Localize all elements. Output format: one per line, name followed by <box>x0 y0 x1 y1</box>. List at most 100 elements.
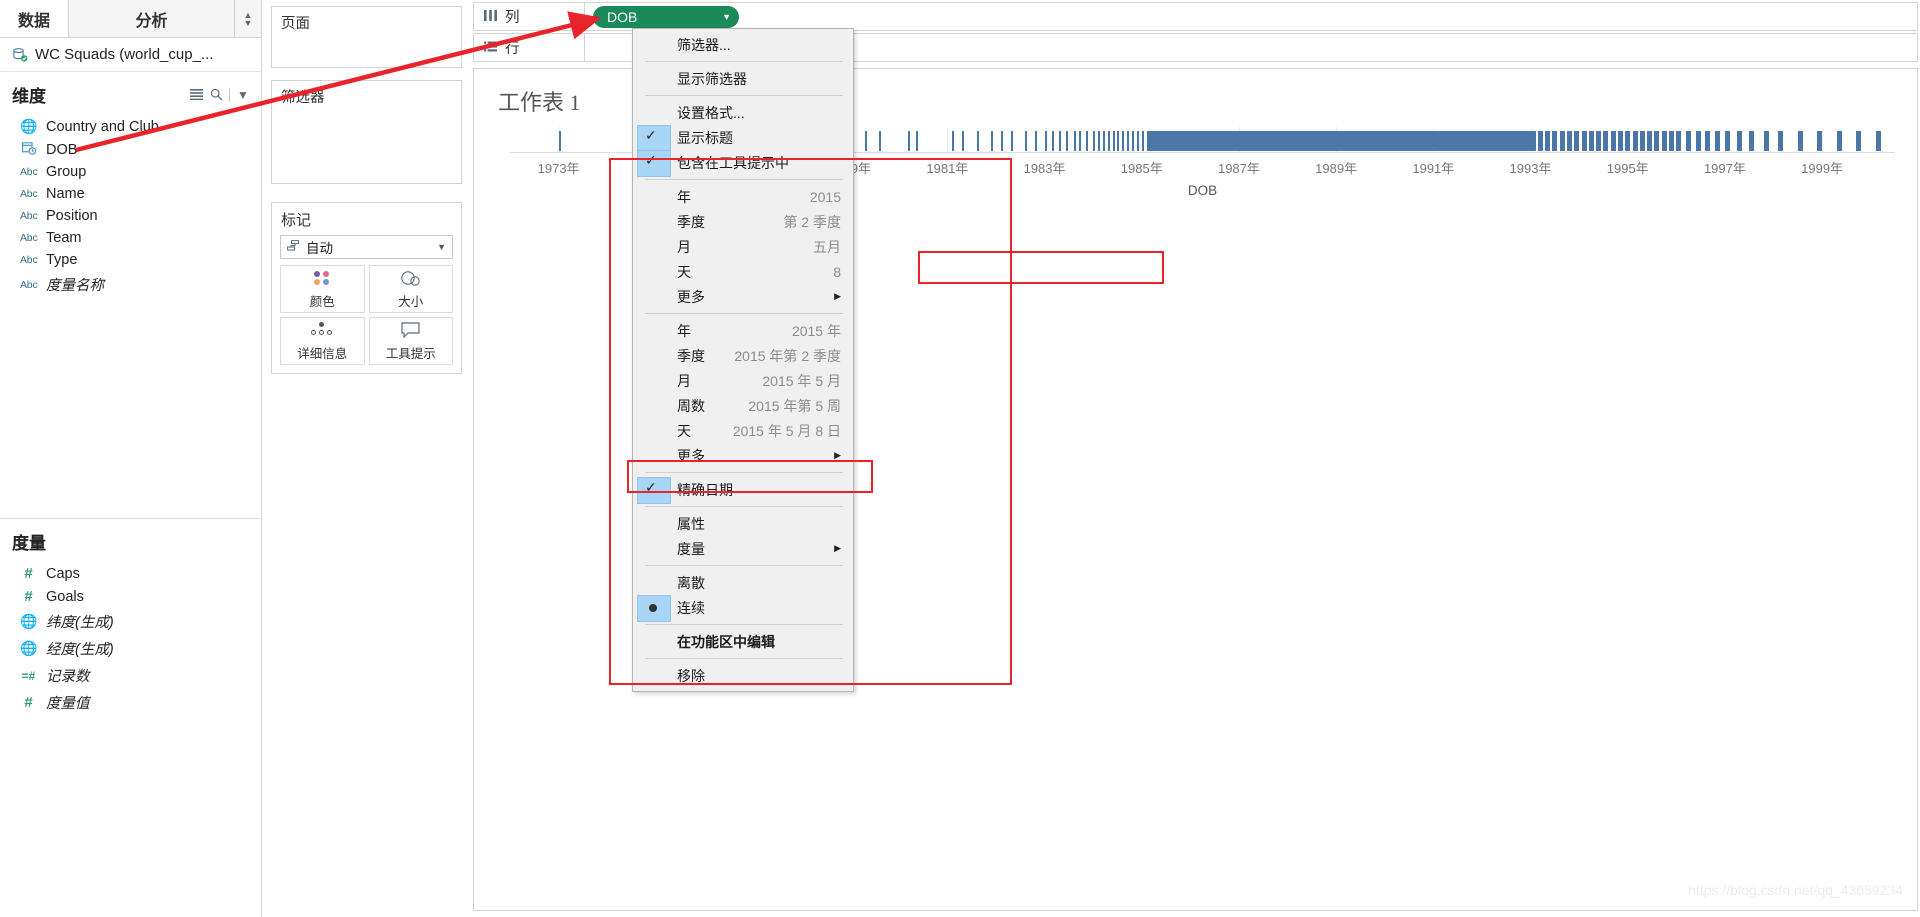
pane-resize-icon[interactable]: ▲ ▼ <box>235 0 261 37</box>
menu-item-discrete[interactable]: 离散 <box>633 570 853 595</box>
chart-mark[interactable] <box>1000 131 1003 151</box>
menu-item-year-d[interactable]: 年 2015 <box>633 184 853 209</box>
chart-mark[interactable] <box>1778 131 1784 151</box>
chart-mark[interactable] <box>1034 131 1037 151</box>
field-latitude[interactable]: 🌐 纬度(生成) <box>0 608 262 635</box>
field-caps[interactable]: # Caps <box>0 562 262 585</box>
menu-item-show-header[interactable]: 显示标题 <box>633 125 853 152</box>
chart-mark[interactable] <box>1724 131 1730 151</box>
chart-mark[interactable] <box>1545 131 1551 151</box>
field-measure-names[interactable]: Abc 度量名称 <box>0 271 261 298</box>
chevron-down-icon[interactable]: ▼ <box>722 12 731 22</box>
chart-mark[interactable] <box>1632 131 1638 151</box>
field-goals[interactable]: # Goals <box>0 585 262 608</box>
chart-mark[interactable] <box>1059 131 1062 151</box>
chart-mark[interactable] <box>1737 131 1743 151</box>
chart-mark[interactable] <box>952 131 955 151</box>
chart-mark[interactable] <box>1127 131 1130 151</box>
chart-mark[interactable] <box>1647 131 1653 151</box>
menu-item-day-d[interactable]: 天8 <box>633 259 853 284</box>
chart-mark[interactable] <box>1574 131 1580 151</box>
chart-mark[interactable] <box>1025 131 1028 151</box>
chart-mark[interactable] <box>991 131 994 151</box>
menu-item-month-c[interactable]: 月 2015 年 5 月 <box>633 368 853 393</box>
chart-mark[interactable] <box>1603 131 1609 151</box>
chart-mark[interactable] <box>1669 131 1675 151</box>
chart-mark[interactable] <box>1610 131 1616 151</box>
pages-card[interactable]: 页面 <box>271 6 462 68</box>
marks-detail-button[interactable]: 详细信息 <box>280 317 365 365</box>
chart-mark[interactable] <box>1588 131 1594 151</box>
chart-mark[interactable] <box>1715 131 1721 151</box>
menu-item-attribute[interactable]: 属性 <box>633 511 853 536</box>
chart-mark[interactable] <box>1797 131 1803 151</box>
chart-mark[interactable] <box>558 131 561 151</box>
chart-mark[interactable] <box>1763 131 1769 151</box>
field-type[interactable]: Abc Type <box>0 249 261 271</box>
field-team[interactable]: Abc Team <box>0 227 261 249</box>
menu-item-quarter-c[interactable]: 季度 2015 年第 2 季度 <box>633 343 853 368</box>
chart-mark[interactable] <box>1530 131 1536 151</box>
chart-mark[interactable] <box>1085 131 1088 151</box>
chart-mark[interactable] <box>1625 131 1631 151</box>
chart-mark[interactable] <box>1122 131 1125 151</box>
chart-mark[interactable] <box>879 131 882 151</box>
menu-item-tooltip[interactable]: 包含在工具提示中 <box>633 150 853 177</box>
chart-mark[interactable] <box>1654 131 1660 151</box>
chart-mark[interactable] <box>1117 131 1120 151</box>
menu-item-continuous[interactable]: 连续 <box>633 595 853 622</box>
chart-mark[interactable] <box>1566 131 1572 151</box>
dob-context-menu[interactable]: 筛选器... 显示筛选器设置格式... 显示标题包含在工具提示中年 2015 季度 第 2… <box>632 28 854 692</box>
menu-item-filter[interactable]: 筛选器... <box>633 32 853 57</box>
chart-mark[interactable] <box>1537 131 1543 151</box>
chart-mark[interactable] <box>1559 131 1565 151</box>
marks-type-select[interactable]: 自动 ▼ <box>280 235 453 259</box>
chart-mark[interactable] <box>1676 131 1682 151</box>
menu-item-edit-shelf[interactable]: 在功能区中编辑 <box>633 629 853 654</box>
chart-mark[interactable] <box>976 131 979 151</box>
chart-mark[interactable] <box>1618 131 1623 151</box>
field-dob[interactable]: DOB <box>0 138 261 161</box>
columns-dropzone[interactable]: DOB ▼ <box>585 2 1918 31</box>
chart-mark[interactable] <box>1596 131 1602 151</box>
chart-mark[interactable] <box>1102 131 1105 151</box>
chart-mark[interactable] <box>1010 131 1013 151</box>
datasource-row[interactable]: WC Squads (world_cup_... <box>0 38 261 72</box>
field-longitude[interactable]: 🌐 经度(生成) <box>0 635 262 662</box>
grid-view-icon[interactable] <box>186 86 206 104</box>
chart-mark[interactable] <box>961 131 964 151</box>
field-name[interactable]: Abc Name <box>0 183 261 205</box>
chart-mark[interactable] <box>915 131 918 151</box>
marks-size-button[interactable]: 大小 <box>368 265 453 313</box>
menu-item-show-filter[interactable]: 显示筛选器 <box>633 66 853 91</box>
menu-item-quarter-d[interactable]: 季度 第 2 季度 <box>633 209 853 234</box>
filters-dropzone[interactable] <box>272 111 461 183</box>
chart-mark[interactable] <box>1749 131 1755 151</box>
chart-mark[interactable] <box>1066 131 1069 151</box>
chart-mark[interactable] <box>1093 131 1096 151</box>
chart-mark[interactable] <box>1098 131 1101 151</box>
chart-mark[interactable] <box>1073 131 1076 151</box>
menu-item-day-c[interactable]: 天 2015 年 5 月 8 日 <box>633 418 853 443</box>
chevron-down-icon[interactable]: ▼ <box>233 86 253 104</box>
menu-item-remove[interactable]: 移除 <box>633 663 853 688</box>
chart-mark[interactable] <box>1107 131 1110 151</box>
pill-dob[interactable]: DOB ▼ <box>593 5 739 28</box>
chart-mark[interactable] <box>1112 131 1115 151</box>
chart-mark[interactable] <box>1686 131 1692 151</box>
menu-item-format[interactable]: 设置格式... <box>633 100 853 125</box>
field-country-and-club[interactable]: 🌐 Country and Club <box>0 115 261 138</box>
chart-mark[interactable] <box>864 131 867 151</box>
pages-dropzone[interactable] <box>272 37 461 67</box>
chart-mark[interactable] <box>1051 131 1054 151</box>
chart-mark[interactable] <box>1875 131 1881 151</box>
menu-item-more-d[interactable]: 更多 ▶ <box>633 284 853 309</box>
chart-mark[interactable] <box>1817 131 1823 151</box>
chart-mark[interactable] <box>1141 131 1144 151</box>
field-group[interactable]: Abc Group <box>0 161 261 183</box>
chart-mark[interactable] <box>1552 131 1558 151</box>
chart-mark[interactable] <box>1132 131 1135 151</box>
chart-mark[interactable] <box>1695 131 1701 151</box>
menu-item-year-c[interactable]: 年 2015 年 <box>633 318 853 343</box>
chart-mark[interactable] <box>1078 131 1081 151</box>
